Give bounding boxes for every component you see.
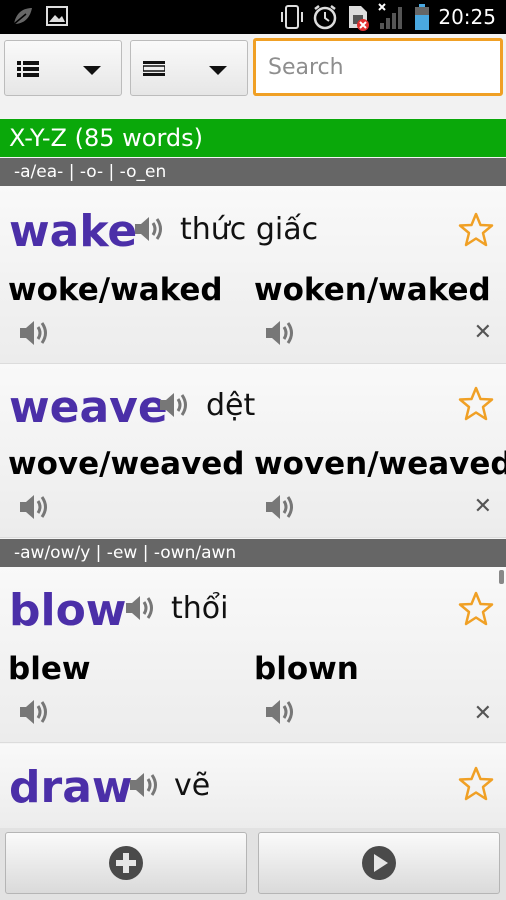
list-item[interactable]: draw vẽ	[0, 744, 506, 830]
search-input[interactable]	[253, 38, 503, 96]
no-signal-icon	[378, 3, 403, 29]
past-participle-form: blown	[254, 651, 359, 687]
group-header: X-Y-Z (85 words)	[0, 119, 506, 157]
clock: 20:25	[438, 5, 496, 29]
bottom-bar	[0, 828, 506, 900]
past-form: wove/weaved	[8, 446, 245, 482]
close-icon[interactable]: ✕	[474, 494, 492, 519]
close-icon[interactable]: ✕	[474, 701, 492, 726]
list-mode-dropdown[interactable]	[4, 40, 122, 96]
word: blow	[9, 585, 127, 636]
chevron-down-icon	[83, 66, 101, 75]
close-icon[interactable]: ✕	[474, 320, 492, 345]
speaker-icon[interactable]	[18, 492, 52, 522]
play-button[interactable]	[258, 832, 500, 894]
star-icon[interactable]	[458, 591, 494, 627]
image-icon	[46, 6, 68, 26]
past-participle-form: woken/waked	[254, 272, 491, 308]
star-icon[interactable]	[458, 766, 494, 802]
no-sim-icon	[349, 6, 370, 31]
speaker-icon[interactable]	[128, 770, 162, 800]
list-item[interactable]: blow thổi blew blown ✕	[0, 567, 506, 743]
word: wake	[9, 206, 138, 257]
meaning: thổi	[171, 591, 229, 626]
list-item[interactable]: weave dệt wove/weaved woven/weaved ✕	[0, 364, 506, 538]
battery-icon	[415, 4, 430, 30]
speaker-icon[interactable]	[264, 697, 298, 727]
phone-vibrate-icon	[281, 5, 304, 29]
speaker-icon[interactable]	[18, 697, 52, 727]
status-bar: 20:25	[0, 0, 506, 34]
speaker-icon[interactable]	[18, 318, 52, 348]
speaker-icon[interactable]	[124, 593, 158, 623]
speaker-icon[interactable]	[133, 214, 167, 244]
past-form: blew	[8, 651, 91, 687]
star-icon[interactable]	[458, 212, 494, 248]
list-item[interactable]: wake thức giấc woke/waked woken/waked ✕	[0, 186, 506, 364]
list-icon	[17, 61, 39, 77]
speaker-icon[interactable]	[158, 390, 192, 420]
past-participle-form: woven/weaved	[254, 446, 506, 482]
section-header: -aw/ow/y | -ew | -own/awn	[0, 539, 506, 567]
star-icon[interactable]	[458, 386, 494, 422]
meaning: vẽ	[174, 768, 211, 803]
word: draw	[9, 762, 133, 813]
chevron-down-icon	[209, 66, 227, 75]
speaker-icon[interactable]	[264, 492, 298, 522]
speaker-icon[interactable]	[264, 318, 298, 348]
add-icon	[109, 846, 143, 880]
play-icon	[362, 846, 396, 880]
scrollbar[interactable]	[499, 570, 504, 584]
add-button[interactable]	[5, 832, 247, 894]
meaning: thức giấc	[180, 212, 319, 247]
section-header: -a/ea- | -o- | -o_en	[0, 158, 506, 186]
word: weave	[9, 382, 168, 433]
past-form: woke/waked	[8, 272, 223, 308]
meaning: dệt	[206, 388, 256, 423]
filter-dropdown[interactable]	[130, 40, 248, 96]
alarm-icon	[314, 5, 337, 30]
leaf-icon	[13, 8, 32, 25]
filter-icon	[143, 61, 165, 76]
toolbar	[0, 34, 506, 118]
